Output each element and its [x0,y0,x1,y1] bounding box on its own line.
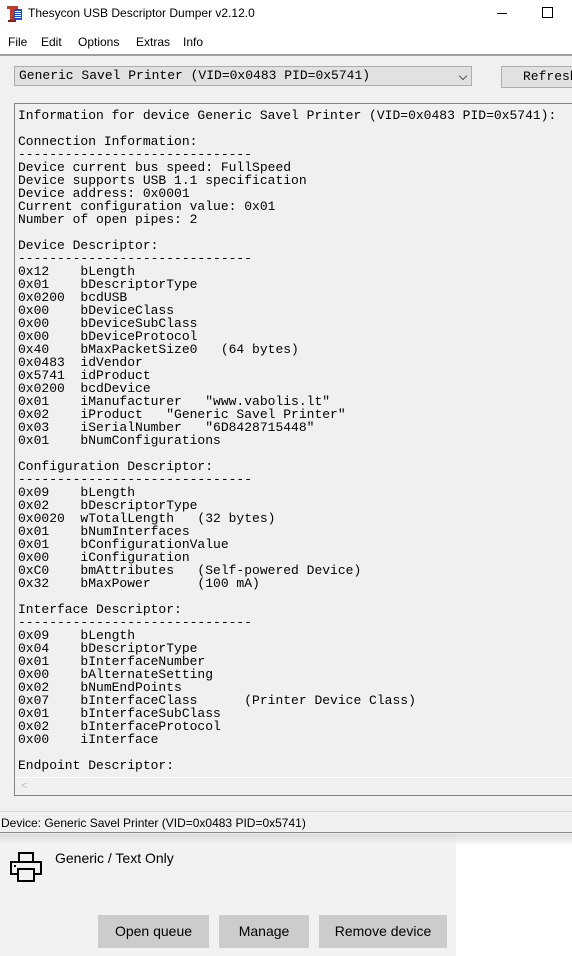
menu-file[interactable]: File [8,35,27,49]
descriptor-text: Information for device Generic Savel Pri… [18,109,556,772]
output-line: 0x32 bMaxPower (100 mA) [18,576,260,591]
open-queue-button[interactable]: Open queue [98,915,209,948]
printer-icon [10,852,42,882]
blank-area [456,834,572,956]
descriptor-output[interactable]: Information for device Generic Savel Pri… [14,103,572,796]
menu-extras[interactable]: Extras [136,35,170,49]
app-icon [7,6,22,22]
menu-info[interactable]: Info [183,35,203,49]
refresh-button[interactable]: Refresh [501,66,572,88]
blank-area-shadow [456,834,572,844]
device-select-value: Generic Savel Printer (VID=0x0483 PID=0x… [19,68,371,83]
output-line: Information for device Generic Savel Pri… [18,108,557,123]
scroll-left-icon[interactable]: < [21,780,27,792]
panel-shadow [0,834,456,844]
output-line: 0x00 iInterface [18,732,159,747]
menu-options[interactable]: Options [78,35,119,49]
minimize-button[interactable] [470,0,516,30]
device-select[interactable]: Generic Savel Printer (VID=0x0483 PID=0x… [14,66,472,86]
maximize-button[interactable] [524,0,570,30]
manage-button[interactable]: Manage [219,915,309,948]
output-line: 0x01 bNumConfigurations [18,433,221,448]
window-title: Thesycon USB Descriptor Dumper v2.12.0 [28,6,255,20]
status-bar: Device: Generic Savel Printer (VID=0x048… [0,811,572,833]
printer-name: Generic / Text Only [55,850,174,866]
title-bar: Thesycon USB Descriptor Dumper v2.12.0 [0,0,572,30]
remove-device-button[interactable]: Remove device [319,915,447,948]
output-line: Number of open pipes: 2 [18,212,198,227]
menu-bar: File Edit Options Extras Info [0,30,572,56]
horizontal-scrollbar[interactable]: < [15,777,572,795]
output-line: Endpoint Descriptor: [18,758,175,773]
chevron-down-icon [458,71,468,81]
menu-edit[interactable]: Edit [41,35,62,49]
